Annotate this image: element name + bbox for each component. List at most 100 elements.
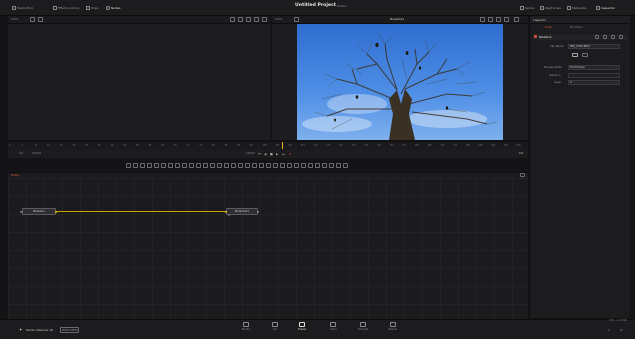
tracker-icon[interactable] — [231, 162, 236, 168]
play-reverse-icon[interactable]: ◀ — [264, 152, 266, 156]
particles-icon[interactable] — [196, 162, 201, 168]
particle-emitter-icon[interactable] — [308, 162, 313, 168]
node-editor[interactable]: MediaIn1 MediaOut1 — [8, 178, 528, 319]
split-icon[interactable] — [504, 17, 509, 22]
paint-icon[interactable] — [133, 162, 138, 168]
crop-icon[interactable] — [280, 162, 285, 168]
light-icon[interactable] — [217, 162, 222, 168]
brightness-icon[interactable] — [175, 162, 180, 168]
page-color[interactable]: Color — [330, 322, 337, 331]
text3d-icon[interactable] — [336, 162, 341, 168]
node-out-input-port[interactable] — [224, 210, 227, 213]
page-cut[interactable]: Cut — [272, 322, 278, 331]
page-bar: ✦ DaVinci Resolve 18 PUBLIC BETA 12% – 1… — [0, 319, 635, 339]
browse-icon[interactable] — [572, 53, 578, 57]
shape3d-icon[interactable] — [315, 162, 320, 168]
node-media-in[interactable]: MediaIn1 — [22, 208, 56, 215]
fx-icon[interactable] — [301, 162, 306, 168]
split-icon[interactable] — [254, 17, 259, 22]
fit-icon[interactable] — [30, 17, 35, 22]
current-frame[interactable]: 0.0 — [519, 152, 523, 155]
cut-page-icon — [272, 322, 278, 327]
shape-icon[interactable] — [224, 162, 229, 168]
page-media[interactable]: Media — [242, 322, 250, 331]
panel-menu-icon[interactable] — [520, 173, 525, 177]
roi-icon[interactable] — [230, 17, 235, 22]
page-deliver[interactable]: Deliver — [388, 322, 397, 331]
camera-icon[interactable] — [210, 162, 215, 168]
node-out-output-port[interactable] — [257, 210, 260, 213]
layer-select[interactable]: 0 ⌄ — [568, 80, 620, 85]
text-icon[interactable] — [140, 162, 145, 168]
trim-icon[interactable] — [582, 53, 588, 57]
more-icon[interactable] — [514, 17, 519, 22]
tab-tools[interactable]: Tools — [545, 25, 552, 29]
go-to-start-icon[interactable]: ⏮ — [258, 152, 261, 156]
3d-icon[interactable] — [203, 162, 208, 168]
metadata-button[interactable]: Metadata — [567, 4, 586, 11]
go-to-end-icon[interactable]: ⏭ — [282, 152, 285, 156]
nodes-button[interactable]: Nodes — [106, 4, 120, 11]
render-range[interactable]: 1000.0 — [246, 152, 255, 155]
node-media-out[interactable]: MediaOut1 — [226, 208, 258, 215]
color-icon[interactable] — [245, 162, 250, 168]
warp-icon[interactable] — [252, 162, 257, 168]
merge3d-icon[interactable] — [329, 162, 334, 168]
timeline-ruler[interactable]: 0 5 10 15 20 25 30 35 40 45 50 55 60 65 70 75 80 85 90 95 10… — [8, 141, 528, 149]
clips-button[interactable]: Clips — [86, 4, 98, 11]
fit-icon[interactable] — [294, 17, 299, 22]
left-viewer[interactable] — [8, 24, 270, 140]
keyframes-button[interactable]: Keyframes — [540, 4, 561, 11]
resize-icon[interactable] — [273, 162, 278, 168]
lut-icon[interactable] — [246, 17, 251, 22]
page-fairlight[interactable]: Fairlight — [358, 322, 368, 331]
playhead[interactable] — [282, 142, 283, 149]
right-viewer[interactable] — [272, 24, 528, 140]
inspector-button[interactable]: Inspector — [596, 4, 615, 11]
view-options-icon[interactable] — [38, 17, 43, 22]
checker-icon[interactable] — [488, 17, 493, 22]
renderer3d-icon[interactable] — [322, 162, 327, 168]
media-pool-button[interactable]: Media Pool — [12, 4, 33, 11]
right-viewer-zoom[interactable]: 100% — [275, 18, 282, 21]
transform-icon[interactable] — [189, 162, 194, 168]
loop-icon[interactable]: ⟳ — [289, 152, 292, 156]
inspector-node-header[interactable]: MediaIn1 — [533, 34, 627, 40]
left-viewer-zoom[interactable]: 100% — [11, 18, 18, 21]
spline-button[interactable]: Spline — [520, 4, 534, 11]
blur-icon[interactable] — [182, 162, 187, 168]
tab-modifiers[interactable]: Modifiers — [570, 25, 583, 29]
channel-icon[interactable] — [266, 162, 271, 168]
background-icon[interactable] — [126, 162, 131, 168]
clip-name-field[interactable]: IMG_0326.MOV — [568, 44, 620, 49]
start-frame[interactable]: 0.0 — [19, 152, 23, 155]
bspline-icon[interactable] — [168, 162, 173, 168]
mask-icon[interactable] — [154, 162, 159, 168]
play-icon[interactable]: ▶ — [276, 152, 278, 156]
polygon-icon[interactable] — [161, 162, 166, 168]
settings-icon[interactable] — [619, 34, 623, 39]
duration[interactable]: 1000.0 — [32, 152, 41, 155]
keyer-icon[interactable] — [238, 162, 243, 168]
glow-icon[interactable] — [259, 162, 264, 168]
lut-icon[interactable] — [496, 17, 501, 22]
lock-icon[interactable] — [603, 34, 607, 39]
global-in-field[interactable] — [568, 73, 620, 78]
checker-icon[interactable] — [238, 17, 243, 22]
saver-icon[interactable] — [294, 162, 299, 168]
more-icon[interactable] — [262, 17, 267, 22]
home-icon[interactable]: ⌂ — [608, 328, 610, 332]
reset-icon[interactable] — [611, 34, 615, 39]
process-mode-select[interactable]: Full Frames ⌄ — [568, 65, 620, 70]
merge-icon[interactable] — [147, 162, 152, 168]
node-enable-toggle[interactable] — [534, 35, 537, 38]
image-plane-icon[interactable] — [343, 162, 348, 168]
roi-icon[interactable] — [480, 17, 485, 22]
page-fusion[interactable]: Fusion — [298, 322, 306, 331]
node-out-mask-port[interactable] — [228, 214, 230, 217]
stop-icon[interactable]: ■ — [270, 152, 273, 156]
loader-icon[interactable] — [287, 162, 292, 168]
effects-library-button[interactable]: Effects Library — [53, 4, 80, 11]
pin-icon[interactable] — [595, 34, 599, 39]
settings-gear-icon[interactable]: ⚙ — [620, 328, 623, 332]
